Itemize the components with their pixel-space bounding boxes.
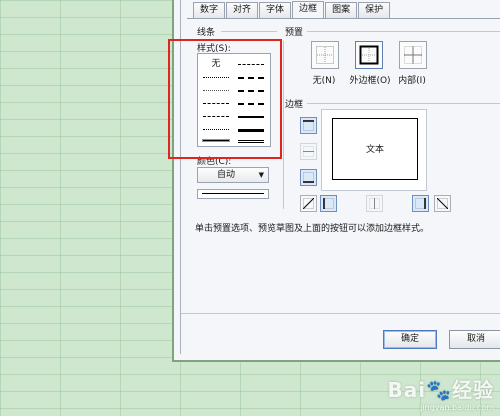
cancel-button[interactable]: 取消	[449, 330, 500, 349]
color-value: 自动	[216, 170, 235, 180]
preset-none-button[interactable]	[311, 41, 339, 69]
border-preview-cell[interactable]: 文本	[332, 118, 418, 180]
tab-protection[interactable]: 保护	[358, 2, 391, 18]
border-inner-vertical-button[interactable]	[366, 195, 383, 212]
tab-bar: 数字 对齐 字体 边框 图案 保护	[193, 1, 391, 18]
border-bottom-button[interactable]	[300, 169, 317, 186]
border-inner-horizontal-button[interactable]	[300, 143, 317, 160]
border-group-title: 边框	[285, 100, 304, 110]
preset-group-title: 预置	[285, 28, 304, 38]
preset-outline-button[interactable]	[355, 41, 383, 69]
border-preview-area[interactable]: 文本	[321, 109, 427, 191]
diagonal-down-icon	[437, 198, 448, 209]
border-outline-icon	[359, 45, 379, 65]
preset-inside-button[interactable]	[399, 41, 427, 69]
watermark-logo: Bai🐾经验	[387, 378, 494, 402]
watermark: Bai🐾经验 jingyan.baidu.com	[388, 374, 495, 412]
tab-font[interactable]: 字体	[259, 2, 292, 18]
border-inner-vertical-icon	[369, 198, 380, 209]
tab-alignment[interactable]: 对齐	[226, 2, 259, 18]
annotation-highlight-box	[168, 39, 282, 159]
watermark-url: jingyan.baidu.com	[420, 403, 494, 412]
preset-group-divider	[307, 31, 500, 32]
border-top-icon	[303, 120, 314, 131]
preset-none-label: 无(N)	[312, 76, 336, 86]
tab-number[interactable]: 数字	[193, 2, 226, 18]
line-color-preview	[197, 189, 269, 199]
border-right-icon	[415, 198, 426, 209]
tab-pattern[interactable]: 图案	[325, 2, 358, 18]
border-left-button[interactable]	[320, 195, 337, 212]
border-diagonal-down-button[interactable]	[434, 195, 451, 212]
preset-inside-label: 内部(I)	[398, 76, 426, 86]
border-group-divider	[307, 103, 500, 104]
line-group-title: 线条	[197, 28, 216, 38]
group-divider	[283, 41, 284, 209]
ok-button[interactable]: 确定	[383, 330, 437, 349]
border-top-button[interactable]	[300, 117, 317, 134]
border-none-icon	[316, 46, 334, 64]
border-diagonal-up-button[interactable]	[300, 195, 317, 212]
preview-text: 文本	[365, 145, 384, 155]
diagonal-up-icon	[303, 198, 314, 209]
border-left-icon	[323, 198, 334, 209]
hint-text: 单击预置选项、预览草图及上面的按钮可以添加边框样式。	[195, 224, 430, 234]
border-right-button[interactable]	[412, 195, 429, 212]
tab-border[interactable]: 边框	[292, 1, 325, 18]
chevron-down-icon: ▼	[258, 171, 264, 179]
border-inside-icon	[404, 46, 422, 64]
border-bottom-icon	[303, 172, 314, 183]
color-dropdown[interactable]: 自动 ▼	[197, 167, 269, 183]
footer-divider	[181, 313, 500, 314]
border-inner-horizontal-icon	[303, 146, 314, 157]
line-group-divider	[221, 31, 277, 32]
